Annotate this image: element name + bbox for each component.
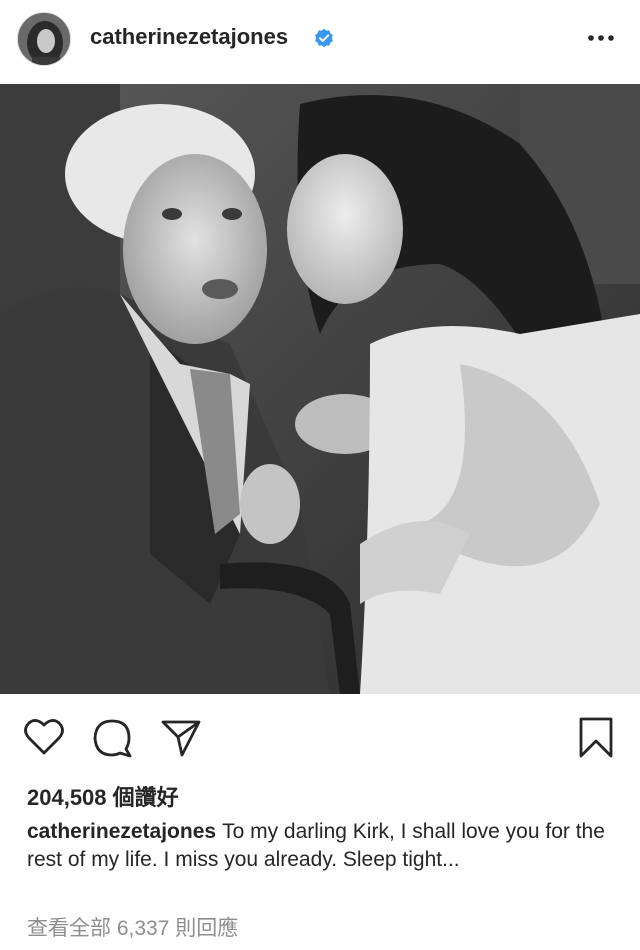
caption-username[interactable]: catherinezetajones — [27, 820, 216, 843]
heart-icon[interactable] — [24, 718, 64, 756]
bookmark-icon[interactable] — [578, 716, 614, 760]
comment-icon[interactable] — [92, 718, 134, 758]
view-all-comments-link[interactable]: 查看全部 6,337 則回應 — [27, 912, 238, 942]
send-icon[interactable] — [160, 718, 202, 758]
post-image — [0, 84, 640, 694]
post-caption: catherinezetajones To my darling Kirk, I … — [27, 818, 617, 874]
post-username[interactable]: catherinezetajones — [90, 24, 288, 50]
likes-count[interactable]: 204,508 個讚好 — [27, 780, 179, 812]
more-options-icon[interactable] — [586, 28, 616, 48]
verified-badge-icon — [315, 28, 333, 48]
post-header: catherinezetajones — [0, 0, 640, 82]
avatar-image — [18, 13, 70, 65]
post-photo[interactable] — [0, 84, 640, 694]
avatar[interactable] — [17, 12, 71, 66]
action-bar — [0, 700, 640, 780]
